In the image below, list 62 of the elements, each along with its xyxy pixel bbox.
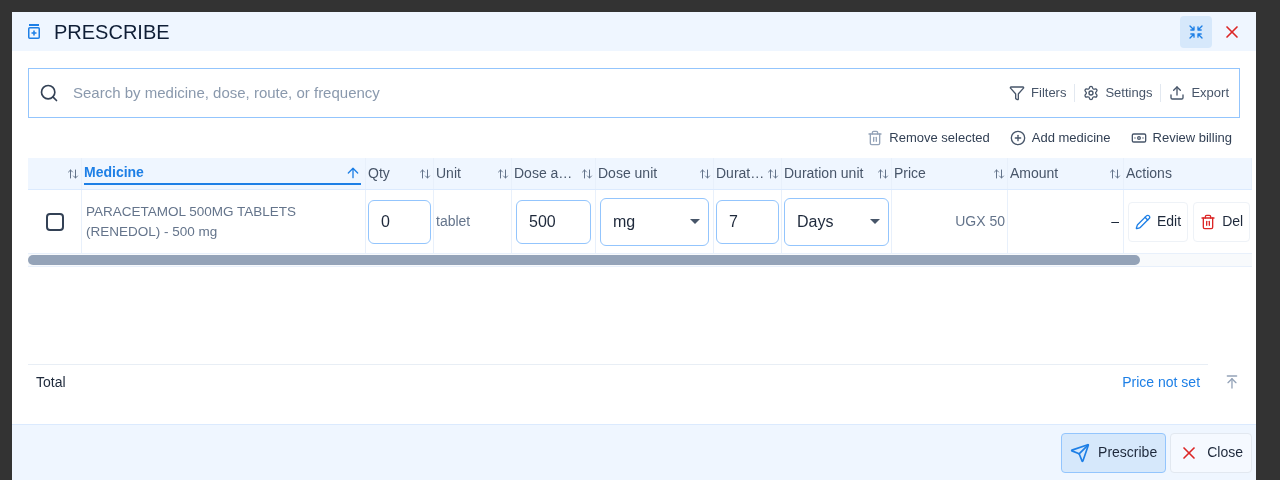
toolbar-button[interactable]: Filters <box>1009 83 1067 103</box>
scroll-to-top-icon[interactable] <box>1224 374 1240 390</box>
select-field[interactable]: mg <box>600 197 709 246</box>
plus-circle-icon <box>1009 130 1026 146</box>
exit-fullscreen-button[interactable] <box>1180 15 1212 48</box>
price-text: UGX 50 <box>955 212 1005 231</box>
upload-icon <box>1169 85 1186 101</box>
column-header[interactable]: Amount <box>1010 163 1059 184</box>
settings-icon <box>1083 85 1100 101</box>
exit-fullscreen-icon <box>1188 23 1204 40</box>
medicine-bottle-icon <box>28 24 40 39</box>
column-header[interactable]: Price <box>894 163 926 184</box>
column-header[interactable]: Duration unit <box>784 163 864 184</box>
sort-icon[interactable] <box>1109 167 1121 180</box>
sort-icon[interactable] <box>699 167 711 180</box>
toolbar-button[interactable]: Add medicine <box>1009 128 1111 148</box>
medicine-name: PARACETAMOL 500MG TABLETS (RENEDOL) - 500 mg <box>86 202 298 241</box>
delete-button[interactable]: Del <box>1193 201 1251 242</box>
dropdown-caret-icon <box>690 219 700 224</box>
close-button[interactable]: Close <box>1170 432 1252 473</box>
sort-icon[interactable] <box>993 167 1005 180</box>
column-header[interactable]: Dose a… <box>514 163 573 184</box>
sort-icon[interactable] <box>67 167 79 180</box>
toolbar-button[interactable]: Export <box>1169 83 1229 103</box>
banknote-icon <box>1130 130 1147 146</box>
search-icon <box>39 83 59 103</box>
trash-icon <box>1200 213 1217 230</box>
prescribe-button[interactable]: Prescribe <box>1061 432 1167 473</box>
dialog-title: PRESCRIBE <box>54 19 170 45</box>
column-header[interactable]: Actions <box>1126 163 1172 184</box>
quantity-field[interactable]: 0 <box>368 199 431 244</box>
filter-icon <box>1009 85 1026 101</box>
column-header[interactable]: Dose unit <box>598 163 658 184</box>
select-field[interactable]: Days <box>784 197 889 246</box>
pencil-icon <box>1135 213 1151 230</box>
unit-text: tablet <box>436 212 471 231</box>
total-value: Price not set <box>1122 373 1201 392</box>
sort-icon[interactable] <box>419 167 431 180</box>
duration-field[interactable]: 7 <box>716 199 779 244</box>
trash-icon <box>867 130 884 146</box>
toolbar-button[interactable]: Remove selected <box>867 128 990 148</box>
dropdown-caret-icon <box>870 219 880 224</box>
column-header[interactable]: Medicine <box>84 162 361 185</box>
amount-text: – <box>1111 212 1119 231</box>
total-label: Total <box>36 373 66 392</box>
sort-icon[interactable] <box>767 167 779 180</box>
send-icon <box>1070 442 1091 463</box>
column-header[interactable]: Unit <box>436 163 461 184</box>
horizontal-scrollbar[interactable] <box>28 254 1252 267</box>
sort-icon[interactable] <box>581 167 593 180</box>
column-header[interactable]: Durat… <box>716 163 765 184</box>
column-header[interactable]: Qty <box>368 163 390 184</box>
sort-icon[interactable] <box>877 167 889 180</box>
search-input[interactable]: Search by medicine, dose, route, or frequency <box>73 81 1010 105</box>
edit-button[interactable]: Edit <box>1128 201 1189 242</box>
search-field[interactable]: Search by medicine, dose, route, or frequency Filters Settings Export <box>28 68 1240 118</box>
dose-amount-field[interactable]: 500 <box>516 199 591 244</box>
toolbar-button[interactable]: Settings <box>1083 83 1153 103</box>
checkbox[interactable] <box>45 212 64 231</box>
sort-icon[interactable] <box>497 167 509 180</box>
toolbar-button[interactable]: Review billing <box>1130 128 1232 148</box>
scrollbar-thumb[interactable] <box>28 255 1140 265</box>
